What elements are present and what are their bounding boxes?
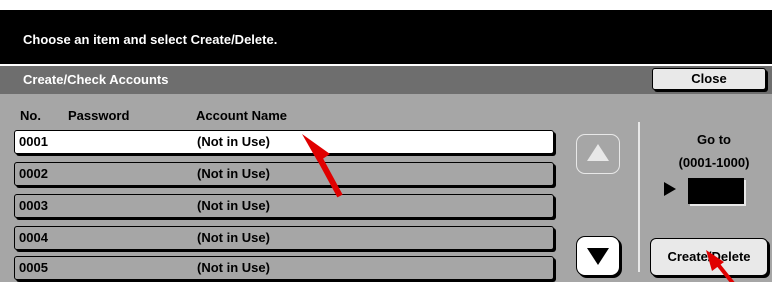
- annotation-arrow-icon: [706, 250, 735, 282]
- annotation-arrow-icon: [302, 134, 343, 198]
- annotation-overlay: [302, 134, 735, 282]
- screen: Choose an item and select Create/Delete.…: [0, 0, 772, 282]
